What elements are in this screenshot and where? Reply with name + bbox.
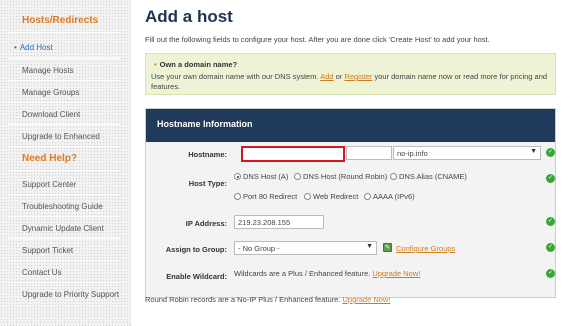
radio-dns-host-a[interactable]: DNS Host (A)	[234, 172, 288, 181]
domain-info-box: • Own a domain name? Use your own domain …	[145, 53, 556, 95]
radio-icon	[234, 193, 241, 200]
divider	[8, 238, 120, 239]
sidebar-item-troubleshooting[interactable]: Troubleshooting Guide	[22, 202, 103, 211]
round-robin-note: Round Robin records are a No-IP Plus / E…	[145, 295, 391, 304]
check-icon: ✓	[546, 148, 555, 157]
radio-web-redirect[interactable]: Web Redirect	[304, 192, 358, 201]
sidebar-item-support-center[interactable]: Support Center	[22, 180, 76, 189]
sidebar-item-dynamic-update-client[interactable]: Dynamic Update Client	[22, 224, 104, 233]
sidebar-item-upgrade-enhanced[interactable]: Upgrade to Enhanced	[22, 132, 100, 141]
divider	[8, 146, 120, 147]
sidebar-item-manage-groups[interactable]: Manage Groups	[22, 88, 79, 97]
sidebar-item-priority-support[interactable]: Upgrade to Priority Support	[22, 290, 119, 299]
intro-text: Fill out the following fields to configu…	[145, 35, 490, 44]
divider	[8, 194, 120, 195]
sidebar-section-hosts-title: Hosts/Redirects	[22, 15, 99, 26]
sidebar-item-contact-us[interactable]: Contact Us	[22, 268, 62, 277]
hostname-panel: Hostname Information Hostname: no-ip.inf…	[145, 108, 556, 298]
sidebar: Hosts/Redirects • Add Host Manage Hosts M…	[0, 0, 131, 326]
radio-dns-alias[interactable]: DNS Alias (CNAME)	[390, 172, 467, 181]
check-icon: ✓	[546, 269, 555, 278]
chevron-down-icon: ▼	[366, 243, 373, 250]
divider	[8, 170, 120, 171]
enable-wildcard-label: Enable Wildcard:	[166, 272, 227, 281]
radio-icon	[304, 193, 311, 200]
domain-select[interactable]: no-ip.info ▼	[393, 146, 541, 160]
check-icon: ✓	[546, 243, 555, 252]
page-title: Add a host	[145, 7, 233, 26]
host-type-label: Host Type:	[188, 179, 227, 188]
configure-groups-icon[interactable]: ✎	[383, 243, 392, 252]
wildcard-note: Wildcards are a Plus / Enhanced feature.…	[234, 269, 421, 278]
radio-checked-icon	[234, 173, 241, 180]
hostname-input-extension[interactable]	[346, 146, 392, 160]
divider	[8, 216, 120, 217]
info-text: Use your own domain name with our DNS sy…	[151, 72, 548, 91]
radio-aaaa-ipv6[interactable]: AAAA (IPv6)	[364, 192, 415, 201]
sidebar-item-manage-hosts[interactable]: Manage Hosts	[22, 66, 74, 75]
panel-title: Hostname Information	[146, 109, 555, 142]
group-select[interactable]: - No Group - ▼	[234, 241, 377, 255]
divider	[8, 260, 120, 261]
divider	[8, 282, 120, 283]
radio-icon	[364, 193, 371, 200]
divider	[8, 58, 120, 59]
radio-icon	[294, 173, 301, 180]
sidebar-item-support-ticket[interactable]: Support Ticket	[22, 246, 73, 255]
wildcard-upgrade-link[interactable]: Upgrade Now!	[372, 269, 420, 278]
sidebar-item-add-host[interactable]: • Add Host	[14, 43, 53, 52]
radio-port-80-redirect[interactable]: Port 80 Redirect	[234, 192, 297, 201]
configure-groups-link[interactable]: Configure Groups	[396, 244, 455, 253]
ip-address-input[interactable]: 219.23.208.155	[234, 215, 324, 229]
divider	[8, 80, 120, 81]
register-domain-link[interactable]: Register	[344, 72, 372, 81]
check-icon: ✓	[546, 174, 555, 183]
sidebar-section-help-title: Need Help?	[22, 153, 78, 164]
divider	[8, 32, 120, 33]
divider	[8, 102, 120, 103]
check-icon: ✓	[546, 217, 555, 226]
assign-group-label: Assign to Group:	[165, 245, 227, 254]
info-title: • Own a domain name?	[154, 60, 238, 69]
hostname-input[interactable]	[241, 146, 345, 162]
hostname-label: Hostname:	[188, 150, 227, 159]
ip-address-label: IP Address:	[185, 219, 227, 228]
radio-dns-round-robin[interactable]: DNS Host (Round Robin)	[294, 172, 387, 181]
divider	[8, 124, 120, 125]
chevron-down-icon: ▼	[530, 148, 537, 155]
radio-icon	[390, 173, 397, 180]
sidebar-item-download-client[interactable]: Download Client	[22, 110, 80, 119]
add-domain-link[interactable]: Add	[320, 72, 333, 81]
bullet-icon: •	[14, 43, 17, 52]
round-robin-upgrade-link[interactable]: Upgrade Now!	[342, 295, 390, 304]
bullet-icon: •	[154, 60, 157, 69]
